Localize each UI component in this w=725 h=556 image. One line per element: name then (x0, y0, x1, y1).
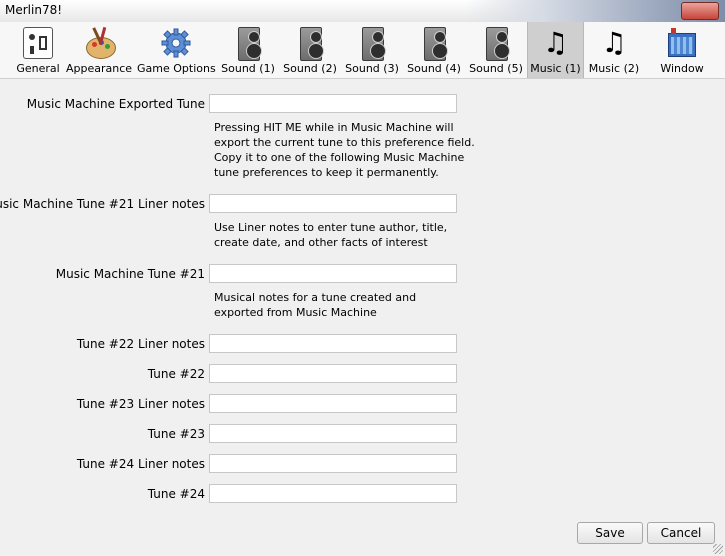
tune-21-help: Musical notes for a tune created and exp… (214, 291, 417, 319)
speaker-icon (238, 27, 262, 61)
tune-22-liner-notes-label: Tune #22 Liner notes (76, 337, 205, 351)
tab-sound-1-label: Sound (1) (221, 62, 275, 75)
tab-sound-5[interactable]: Sound (5) (467, 22, 525, 78)
tune-22-liner-notes-field[interactable] (209, 334, 457, 353)
speaker-icon (362, 27, 386, 61)
tab-music-2[interactable]: ♫ Music (2) (586, 22, 642, 78)
exported-tune-label: Music Machine Exported Tune (26, 97, 205, 111)
tune-23-label: Tune #23 (147, 427, 205, 441)
tab-sound-2-label: Sound (2) (283, 62, 337, 75)
tab-window[interactable]: Window (654, 22, 710, 78)
tab-game-options[interactable]: Game Options (137, 22, 216, 78)
window-title: Merlin78! (5, 3, 63, 17)
tab-window-label: Window (660, 62, 704, 75)
tab-general-label: General (16, 62, 60, 75)
tune-22-label: Tune #22 (147, 367, 205, 381)
gear-icon (161, 27, 191, 59)
resize-grip[interactable] (713, 544, 723, 554)
tab-sound-3-label: Sound (3) (345, 62, 399, 75)
tune-24-liner-notes-label: Tune #24 Liner notes (76, 457, 205, 471)
tab-sound-1[interactable]: Sound (1) (219, 22, 277, 78)
tune-22-field[interactable] (209, 364, 457, 383)
title-bar: Merlin78! (0, 0, 725, 23)
tune-21-field[interactable] (209, 264, 457, 283)
exported-tune-help: Pressing HIT ME while in Music Machine w… (214, 121, 475, 179)
tune-23-field[interactable] (209, 424, 457, 443)
tab-general[interactable]: General (13, 22, 63, 78)
speaker-icon (486, 27, 510, 61)
tune-21-liner-notes-field[interactable] (209, 194, 457, 213)
speaker-icon (300, 27, 324, 61)
tab-music-1[interactable]: ♫ Music (1) (527, 22, 584, 78)
tab-sound-5-label: Sound (5) (469, 62, 523, 75)
tune-21-label: Music Machine Tune #21 (55, 267, 205, 281)
save-button[interactable]: Save (577, 522, 643, 544)
tune-24-label: Tune #24 (147, 487, 205, 501)
tune-21-liner-notes-label: Music Machine Tune #21 Liner notes (0, 197, 205, 211)
tune-23-liner-notes-label: Tune #23 Liner notes (76, 397, 205, 411)
tab-appearance-label: Appearance (66, 62, 133, 75)
tab-sound-4[interactable]: Sound (4) (405, 22, 463, 78)
tune-21-liner-notes-help: Use Liner notes to enter tune author, ti… (214, 221, 448, 249)
tab-sound-4-label: Sound (4) (407, 62, 461, 75)
close-window-button[interactable] (681, 2, 719, 20)
tab-music-1-label: Music (1) (530, 62, 581, 75)
music-note-icon: ♫ (601, 26, 627, 59)
tune-23-liner-notes-field[interactable] (209, 394, 457, 413)
music-note-icon: ♫ (542, 26, 569, 59)
speaker-icon (424, 27, 448, 61)
tune-24-field[interactable] (209, 484, 457, 503)
settings-panel-icon (23, 27, 53, 59)
window-icon (667, 27, 697, 59)
tab-sound-2[interactable]: Sound (2) (281, 22, 339, 78)
tune-24-liner-notes-field[interactable] (209, 454, 457, 473)
tab-appearance[interactable]: Appearance (66, 22, 132, 78)
preferences-toolbar: General Appearance Game Options Sound (1… (0, 22, 725, 79)
tab-music-2-label: Music (2) (588, 62, 640, 75)
tab-game-options-label: Game Options (137, 62, 216, 75)
exported-tune-field[interactable] (209, 94, 457, 113)
cancel-button[interactable]: Cancel (647, 522, 715, 544)
paint-palette-icon (84, 26, 116, 59)
tab-sound-3[interactable]: Sound (3) (343, 22, 401, 78)
